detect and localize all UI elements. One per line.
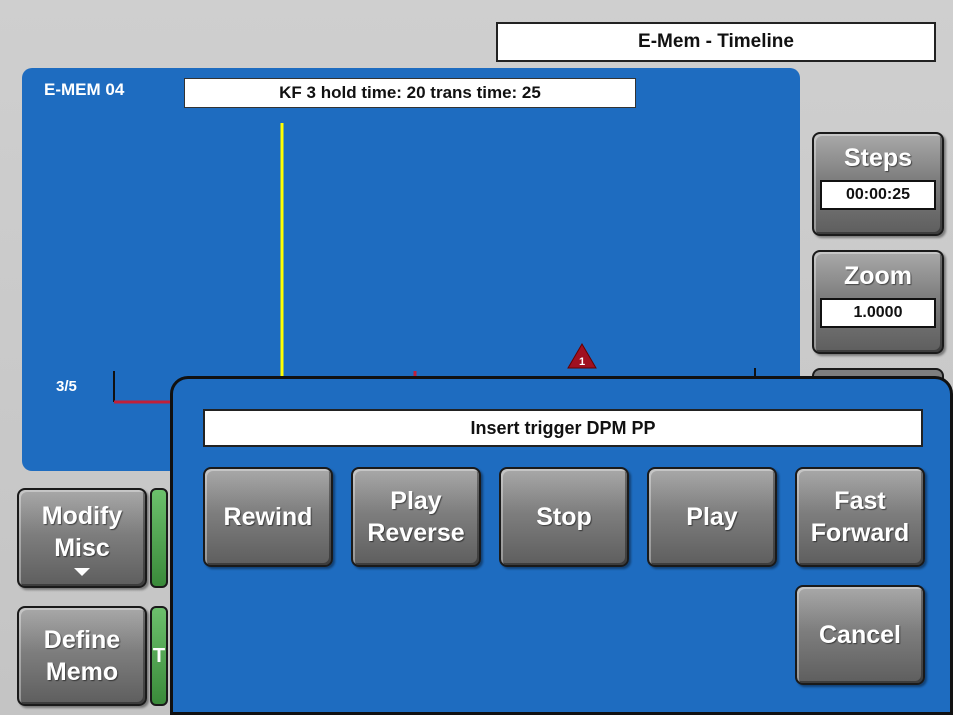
play-reverse-label-line2: Reverse	[367, 519, 465, 547]
modify-misc-button[interactable]: Modify Misc	[17, 488, 147, 588]
green-button-edge[interactable]	[150, 488, 168, 588]
play-button[interactable]: Play	[647, 467, 777, 567]
modify-label-line1: Modify	[41, 502, 123, 530]
play-label: Play	[686, 503, 738, 531]
dialog-title: Insert trigger DPM PP	[203, 409, 923, 447]
steps-value: 00:00:25	[820, 180, 936, 210]
fast-forward-label-line1: Fast	[834, 487, 886, 515]
stop-label: Stop	[536, 503, 592, 531]
zoom-value: 1.0000	[820, 298, 936, 328]
zoom-label: Zoom	[843, 262, 913, 290]
insert-trigger-dialog: Insert trigger DPM PP Rewind Play Revers…	[170, 376, 953, 715]
modify-label-line2: Misc	[54, 534, 110, 562]
trigger-marker-label: 1	[579, 356, 585, 368]
stop-button[interactable]: Stop	[499, 467, 629, 567]
define-memo-button[interactable]: Define Memo	[17, 606, 147, 706]
cancel-button[interactable]: Cancel	[795, 585, 925, 685]
define-label-line1: Define	[43, 626, 121, 654]
rewind-label: Rewind	[223, 503, 313, 531]
track-label: 3/5	[56, 378, 77, 395]
cancel-label: Cancel	[819, 621, 901, 649]
screen: E-Mem - Timeline E-MEM 04 KF 3 hold time…	[0, 0, 953, 715]
steps-label: Steps	[843, 144, 913, 172]
rewind-button[interactable]: Rewind	[203, 467, 333, 567]
window-title: E-Mem - Timeline	[496, 22, 936, 62]
fast-forward-label-line2: Forward	[810, 519, 910, 547]
play-reverse-button[interactable]: Play Reverse	[351, 467, 481, 567]
define-label-line2: Memo	[45, 658, 119, 686]
play-reverse-label-line1: Play	[390, 487, 442, 515]
dropdown-arrow-icon	[74, 568, 90, 576]
zoom-button[interactable]: Zoom 1.0000	[812, 250, 944, 354]
fast-forward-button[interactable]: Fast Forward	[795, 467, 925, 567]
green-button-edge-2[interactable]: T	[150, 606, 168, 706]
steps-button[interactable]: Steps 00:00:25	[812, 132, 944, 236]
green-stub-letter: T	[152, 644, 166, 667]
